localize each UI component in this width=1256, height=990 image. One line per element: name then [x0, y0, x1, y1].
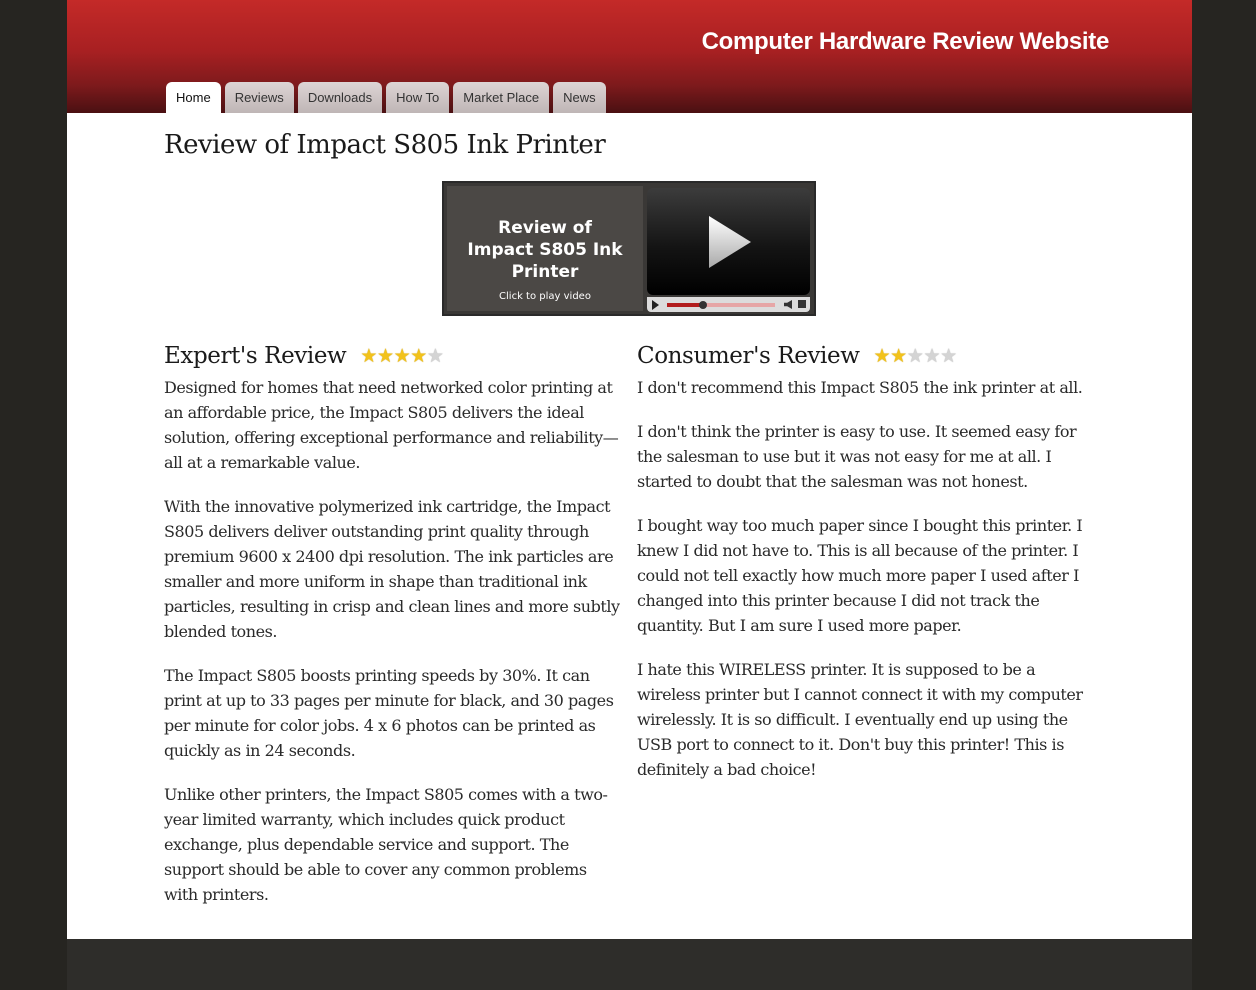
- video-player[interactable]: Review of Impact S805 Ink Printer Click …: [442, 181, 816, 316]
- star-icon: ★: [360, 344, 377, 367]
- site-title: Computer Hardware Review Website: [701, 28, 1110, 55]
- star-icon: ★: [906, 344, 924, 367]
- tab-reviews[interactable]: Reviews: [224, 82, 294, 113]
- video-screen[interactable]: [647, 188, 810, 295]
- consumer-review-section: Consumer's Review ★ ★ ★ ★ ★ I don't recommen…: [637, 343, 1102, 801]
- consumer-review-title: Consumer's Review: [637, 343, 860, 369]
- consumer-rating-stars: ★ ★ ★ ★ ★: [873, 344, 958, 367]
- star-icon: ★: [940, 344, 957, 367]
- star-icon: ★: [873, 344, 891, 367]
- video-progress-fill: [667, 303, 703, 307]
- expert-paragraph: The Impact S805 boosts printing speeds b…: [164, 666, 614, 760]
- video-progress-knob[interactable]: [698, 301, 707, 309]
- tab-news[interactable]: News: [553, 82, 606, 113]
- star-icon: ★: [393, 344, 411, 367]
- stop-icon[interactable]: [798, 300, 806, 308]
- star-icon: ★: [377, 344, 394, 367]
- star-icon: ★: [890, 344, 907, 367]
- expert-review-title: Expert's Review: [164, 343, 347, 369]
- page-container: Computer Hardware Review Website Home Re…: [67, 0, 1192, 939]
- star-icon: ★: [410, 344, 427, 367]
- expert-paragraph: Unlike other printers, the Impact S805 c…: [164, 785, 608, 904]
- video-caption-panel: Review of Impact S805 Ink Printer Click …: [447, 186, 643, 311]
- tab-market-place[interactable]: Market Place: [453, 82, 550, 113]
- expert-paragraph: Designed for homes that need networked c…: [164, 378, 619, 472]
- consumer-paragraph: I don't think the printer is easy to use…: [637, 422, 1077, 491]
- star-icon: ★: [923, 344, 941, 367]
- site-header: Computer Hardware Review Website Home Re…: [67, 0, 1192, 113]
- video-subtitle: Click to play video: [499, 291, 591, 302]
- video-progress-bar[interactable]: [667, 301, 775, 309]
- tab-downloads[interactable]: Downloads: [297, 82, 383, 113]
- volume-icon[interactable]: [784, 300, 792, 309]
- video-controls: [647, 297, 810, 312]
- tab-home[interactable]: Home: [166, 82, 221, 113]
- star-icon: ★: [426, 344, 444, 367]
- site-footer: [67, 939, 1192, 990]
- tab-how-to[interactable]: How To: [386, 82, 450, 113]
- consumer-paragraph: I bought way too much paper since I boug…: [637, 516, 1083, 635]
- play-icon[interactable]: [707, 214, 753, 270]
- consumer-review-heading: Consumer's Review ★ ★ ★ ★ ★: [637, 343, 1102, 369]
- video-title: Review of Impact S805 Ink Printer: [467, 218, 623, 282]
- nav-tabs: Home Reviews Downloads How To Market Pla…: [166, 82, 610, 113]
- expert-review-section: Expert's Review ★ ★ ★ ★ ★ Designed for homes…: [164, 343, 624, 926]
- consumer-paragraph: I don't recommend this Impact S805 the i…: [637, 378, 1083, 397]
- expert-review-heading: Expert's Review ★ ★ ★ ★ ★: [164, 343, 624, 369]
- expert-paragraph: With the innovative polymerized ink cart…: [164, 497, 620, 641]
- play-small-icon[interactable]: [652, 300, 659, 310]
- consumer-paragraph: I hate this WIRELESS printer. It is supp…: [637, 660, 1083, 779]
- expert-rating-stars: ★ ★ ★ ★ ★: [360, 344, 444, 367]
- page-title: Review of Impact S805 Ink Printer: [164, 130, 606, 160]
